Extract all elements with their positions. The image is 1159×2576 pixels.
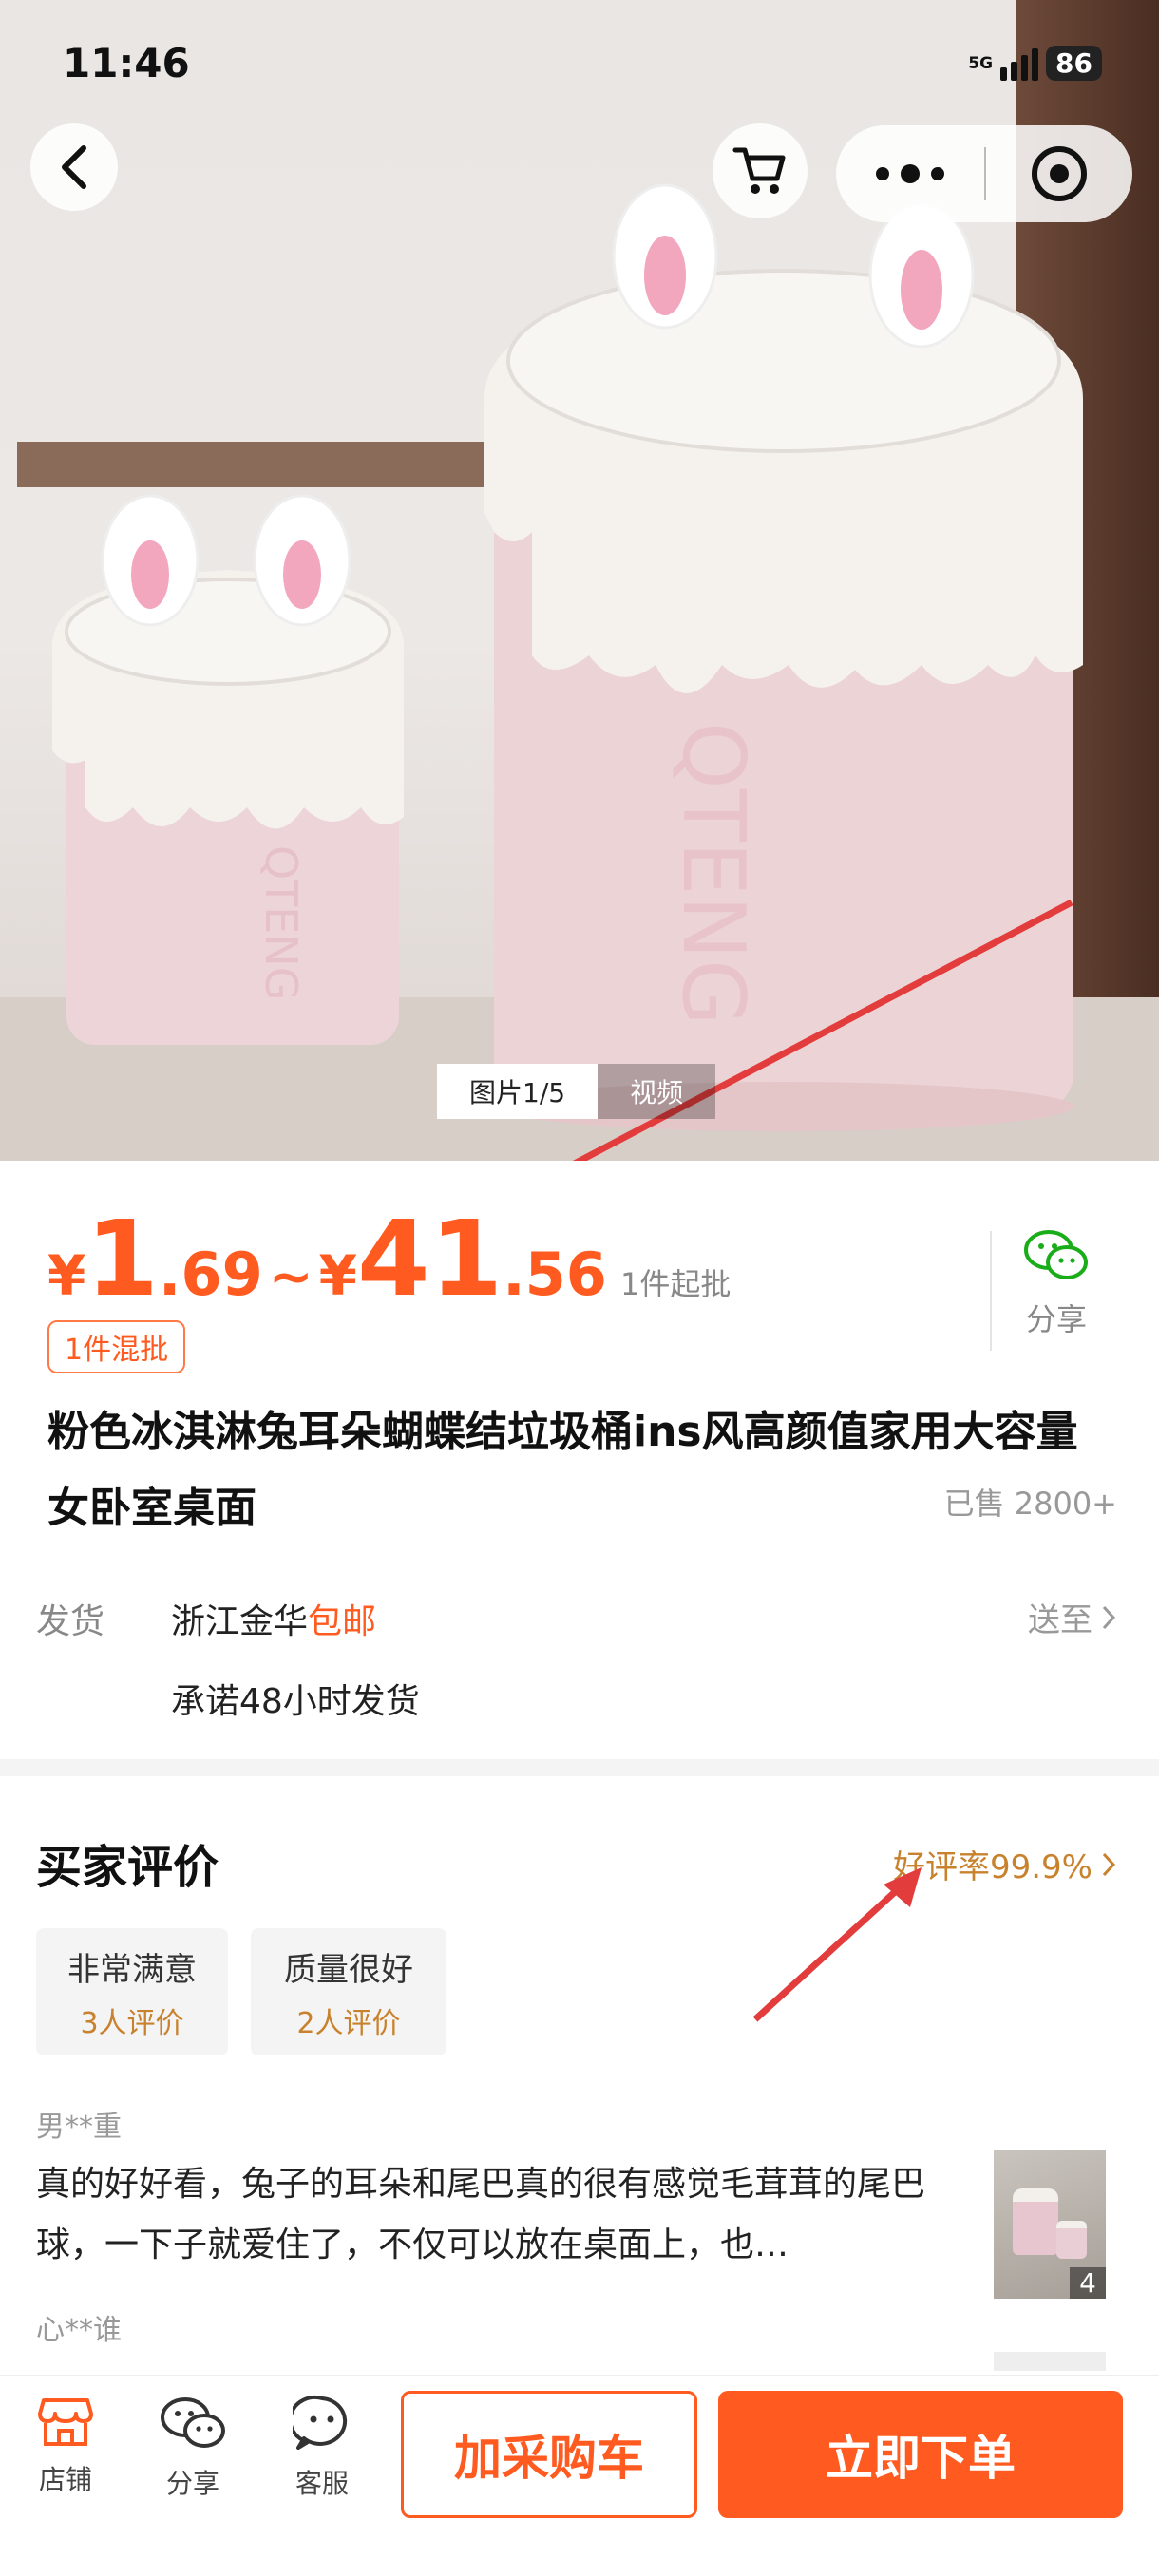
price-high-decimal: .56 — [503, 1240, 607, 1309]
share-bottom-button[interactable]: 分享 — [141, 2395, 245, 2501]
wechat-icon — [1024, 1230, 1088, 1279]
gallery-tabs: 图片1/5 视频 — [437, 1064, 716, 1119]
svg-text:QTENG: QTENG — [256, 845, 307, 1000]
review-image-count: 4 — [1070, 2267, 1106, 2299]
review-text[interactable]: 真的好好看，兔子的耳朵和尾巴真的很有感觉毛茸茸的尾巴球，一下子就爱住了，不仅可以… — [36, 2154, 948, 2276]
close-button[interactable] — [986, 125, 1132, 222]
share-label: 分享 — [1025, 1301, 1087, 1337]
signal-icon — [1000, 47, 1039, 81]
share-button[interactable]: 分享 — [990, 1227, 1123, 1339]
review-image-bin — [1013, 2188, 1058, 2255]
review-tag-count: 3人评价 — [80, 2006, 184, 2040]
bottom-action-bar: 店铺 分享 客服 加采购车 立即下单 — [0, 2375, 1159, 2576]
wechat-icon — [161, 2397, 225, 2448]
ship-to-button[interactable]: 送至 — [1028, 1594, 1117, 1640]
store-icon — [38, 2398, 93, 2446]
more-dots-icon — [901, 164, 920, 183]
review-tag-label: 非常满意 — [67, 1950, 197, 1989]
share-bottom-label: 分享 — [165, 2468, 219, 2499]
customer-service-button[interactable]: 客服 — [270, 2395, 374, 2501]
ship-to-label: 送至 — [1028, 1601, 1092, 1639]
positive-rate: 好评率99.9% — [892, 1848, 1092, 1886]
min-order: 1件起批 — [619, 1266, 732, 1302]
tab-images[interactable]: 图片1/5 — [437, 1064, 598, 1119]
review-tag[interactable]: 质量很好 2人评价 — [251, 1928, 446, 2055]
cart-icon — [732, 147, 786, 194]
sold-count: 已售 2800+ — [943, 1486, 1117, 1522]
cart-button[interactable] — [712, 123, 808, 218]
back-button[interactable] — [30, 123, 118, 211]
product-title: 粉色冰淇淋兔耳朵蝴蝶结垃圾桶ins风高颜值家用大容量女卧室桌面 — [48, 1408, 1078, 1532]
tab-video[interactable]: 视频 — [598, 1064, 716, 1119]
battery-level: 86 — [1046, 46, 1102, 81]
reviews-rating-link[interactable]: 好评率99.9% — [893, 1841, 1117, 1887]
reviews-title: 买家评价 — [36, 1841, 219, 1894]
mini-program-capsule — [836, 125, 1132, 222]
network-type: 5G — [968, 53, 994, 73]
store-label: 店铺 — [38, 2464, 92, 2495]
chevron-right-icon — [1102, 1605, 1116, 1629]
more-dots-icon — [931, 167, 944, 180]
chevron-left-icon — [62, 145, 86, 189]
customer-service-label: 客服 — [294, 2468, 349, 2499]
free-shipping: 包邮 — [308, 1602, 377, 1641]
more-dots-icon — [876, 167, 889, 180]
review-tag-count: 2人评价 — [296, 2006, 401, 2040]
review-tag[interactable]: 非常满意 3人评价 — [36, 1928, 228, 2055]
review-image[interactable] — [994, 2352, 1106, 2371]
svg-text:QTENG: QTENG — [663, 722, 763, 1026]
add-to-cart-button[interactable]: 加采购车 — [401, 2391, 697, 2518]
shipping-origin: 浙江金华包邮 — [171, 1594, 376, 1643]
more-button[interactable] — [836, 125, 984, 222]
status-indicators: 5G 86 — [968, 46, 1102, 81]
review-username: 男**重 — [36, 2111, 122, 2144]
product-image-gallery[interactable]: QTENG QTENG 11:46 5G 86 图片1/5 视频 — [0, 0, 1159, 1161]
price-high-integer: 41 — [357, 1198, 504, 1319]
review-tags: 非常满意 3人评价 质量很好 2人评价 — [36, 1928, 446, 2055]
price-low-integer: 1 — [86, 1198, 159, 1319]
price-range: ¥ 1 .69 ~ ¥ 41 .56 1件起批 — [48, 1206, 731, 1311]
review-image-bin — [1056, 2221, 1087, 2259]
price-low-currency: ¥ — [48, 1243, 86, 1308]
review-username: 心**谁 — [36, 2314, 122, 2347]
shipping-label: 发货 — [36, 1602, 105, 1641]
review-image[interactable]: 4 — [994, 2150, 1106, 2299]
origin-text: 浙江金华 — [171, 1602, 309, 1641]
customer-service-icon — [293, 2395, 348, 2450]
buy-now-button[interactable]: 立即下单 — [718, 2391, 1123, 2518]
price-high-currency: ¥ — [318, 1243, 358, 1308]
store-button[interactable]: 店铺 — [13, 2395, 118, 2497]
status-time: 11:46 — [63, 40, 190, 86]
chevron-right-icon — [1102, 1852, 1116, 1876]
price-low-decimal: .69 — [158, 1240, 263, 1309]
target-circle-icon — [1032, 146, 1087, 201]
section-divider — [0, 1759, 1159, 1776]
review-tag-label: 质量很好 — [284, 1950, 413, 1989]
mixed-batch-badge: 1件混批 — [48, 1320, 186, 1373]
shipping-promise: 承诺48小时发货 — [171, 1682, 420, 1721]
price-separator: ~ — [268, 1246, 314, 1308]
